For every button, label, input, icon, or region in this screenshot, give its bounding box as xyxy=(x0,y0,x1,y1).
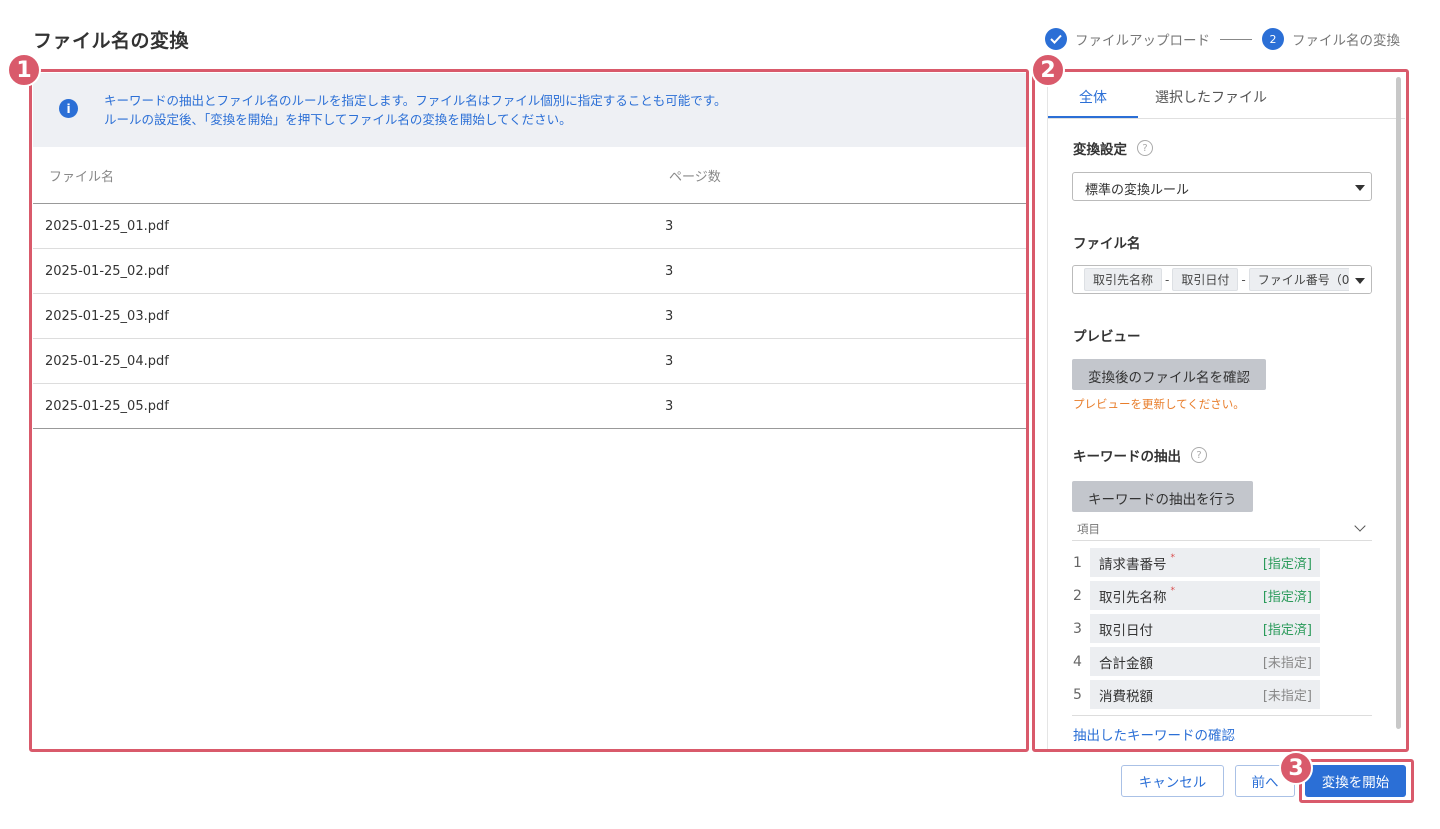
keyword-index: 3 xyxy=(1073,620,1082,637)
file-name-cell: 2025-01-25_02.pdf xyxy=(45,263,169,279)
table-header: ファイル名 ページ数 xyxy=(33,147,1029,204)
table-row[interactable]: 2025-01-25_04.pdf 3 xyxy=(33,339,1029,384)
filename-chip: ファイル番号（0 xyxy=(1248,268,1359,291)
keyword-index: 1 xyxy=(1073,554,1082,571)
divider xyxy=(1072,715,1372,716)
page-count-cell: 3 xyxy=(665,308,674,324)
info-line-1: キーワードの抽出とファイル名のルールを指定します。ファイル名はファイル個別に指定… xyxy=(104,93,727,108)
keyword-item[interactable]: 消費税額 [未指定] xyxy=(1090,680,1320,709)
settings-panel: 全体 選択したファイル 変換設定 ? 標準の変換ルール ファイル名 取引先名称 … xyxy=(1047,73,1405,749)
required-marker: * xyxy=(1170,552,1176,563)
step-2-label: ファイル名の変換 xyxy=(1292,33,1400,49)
keyword-status: [未指定] xyxy=(1262,689,1312,704)
tab-selected-files[interactable]: 選択したファイル xyxy=(1138,73,1284,118)
info-line-2: ルールの設定後、「変換を開始」を押下してファイル名の変換を開始してください。 xyxy=(104,112,572,127)
dropdown-caret-icon xyxy=(1355,278,1365,284)
keyword-item[interactable]: 取引先名称 * [指定済] xyxy=(1090,581,1320,610)
column-header-filename: ファイル名 xyxy=(49,169,115,185)
scrollbar[interactable] xyxy=(1396,77,1401,729)
keyword-row: 2 取引先名称 * [指定済] xyxy=(1072,581,1372,610)
preview-warning: プレビューを更新してください。 xyxy=(1073,397,1245,411)
conversion-settings-text: 変換設定 xyxy=(1073,142,1127,158)
help-icon[interactable]: ? xyxy=(1137,140,1153,156)
keyword-extraction-label: キーワードの抽出 ? xyxy=(1073,445,1207,465)
keyword-index: 4 xyxy=(1073,653,1082,670)
progress-stepper: ファイルアップロード 2 ファイル名の変換 xyxy=(1045,28,1400,50)
file-name-cell: 2025-01-25_05.pdf xyxy=(45,398,169,414)
info-icon: i xyxy=(59,99,78,118)
filename-label: ファイル名 xyxy=(1073,232,1141,252)
step-2-number: 2 xyxy=(1262,28,1284,50)
keyword-status: [指定済] xyxy=(1262,557,1312,572)
keyword-row: 4 合計金額 [未指定] xyxy=(1072,647,1372,676)
view-extracted-keywords-link[interactable]: 抽出したキーワードの確認 xyxy=(1073,724,1235,744)
page-count-cell: 3 xyxy=(665,353,674,369)
help-icon[interactable]: ? xyxy=(1191,447,1207,463)
extract-keywords-button[interactable]: キーワードの抽出を行う xyxy=(1072,481,1253,512)
table-row[interactable]: 2025-01-25_03.pdf 3 xyxy=(33,294,1029,339)
keyword-row: 1 請求書番号 * [指定済] xyxy=(1072,548,1372,577)
keyword-row: 3 取引日付 [指定済] xyxy=(1072,614,1372,643)
conversion-rule-value: 標準の変換ルール xyxy=(1085,183,1190,198)
annotation-badge-1: 1 xyxy=(7,53,41,87)
filename-label-text: ファイル名 xyxy=(1073,236,1141,252)
file-name-cell: 2025-01-25_03.pdf xyxy=(45,308,169,324)
filename-chip: 取引先名称 xyxy=(1084,268,1163,291)
conversion-rule-select[interactable]: 標準の変換ルール xyxy=(1072,172,1372,201)
preview-filename-button[interactable]: 変換後のファイル名を確認 xyxy=(1072,359,1266,390)
required-marker: * xyxy=(1170,585,1176,596)
step-connector xyxy=(1220,38,1252,40)
check-icon xyxy=(1045,28,1067,50)
keyword-status: [指定済] xyxy=(1262,590,1312,605)
file-name-cell: 2025-01-25_01.pdf xyxy=(45,218,169,234)
keyword-item[interactable]: 取引日付 [指定済] xyxy=(1090,614,1320,643)
keyword-label: 合計金額 xyxy=(1099,655,1153,672)
keyword-index: 5 xyxy=(1073,686,1082,703)
step-1-label: ファイルアップロード xyxy=(1075,33,1210,49)
keyword-header-label: 項目 xyxy=(1077,522,1100,536)
table-body: 2025-01-25_01.pdf 3 2025-01-25_02.pdf 3 … xyxy=(33,204,1029,429)
column-header-pages: ページ数 xyxy=(669,169,721,185)
chevron-down-icon xyxy=(1354,520,1366,532)
file-list-panel: i キーワードの抽出とファイル名のルールを指定します。ファイル名はファイル個別に… xyxy=(33,73,1029,749)
preview-label: プレビュー xyxy=(1073,325,1141,345)
keyword-list-header[interactable]: 項目 xyxy=(1072,517,1372,541)
table-row[interactable]: 2025-01-25_05.pdf 3 xyxy=(33,384,1029,429)
keyword-row: 5 消費税額 [未指定] xyxy=(1072,680,1372,709)
conversion-settings-label: 変換設定 ? xyxy=(1073,138,1153,158)
cancel-button[interactable]: キャンセル xyxy=(1121,765,1224,797)
keyword-label: 請求書番号 xyxy=(1099,556,1167,573)
page-count-cell: 3 xyxy=(665,263,674,279)
keyword-label: 取引日付 xyxy=(1099,622,1153,639)
annotation-badge-3: 3 xyxy=(1279,751,1313,785)
chip-separator: - xyxy=(1165,272,1170,287)
keyword-label: 取引先名称 xyxy=(1099,589,1167,606)
keyword-status: [指定済] xyxy=(1262,623,1312,638)
page-count-cell: 3 xyxy=(665,398,674,414)
page-count-cell: 3 xyxy=(665,218,674,234)
preview-label-text: プレビュー xyxy=(1073,329,1141,345)
keyword-item[interactable]: 合計金額 [未指定] xyxy=(1090,647,1320,676)
table-row[interactable]: 2025-01-25_01.pdf 3 xyxy=(33,204,1029,249)
info-text: キーワードの抽出とファイル名のルールを指定します。ファイル名はファイル個別に指定… xyxy=(104,91,727,129)
dropdown-caret-icon xyxy=(1355,185,1365,191)
keyword-extraction-text: キーワードの抽出 xyxy=(1073,449,1181,465)
file-name-cell: 2025-01-25_04.pdf xyxy=(45,353,169,369)
filename-chip: 取引日付 xyxy=(1172,268,1239,291)
page-title: ファイル名の変換 xyxy=(33,30,190,52)
chip-separator: - xyxy=(1241,272,1246,287)
keyword-item[interactable]: 請求書番号 * [指定済] xyxy=(1090,548,1320,577)
keyword-index: 2 xyxy=(1073,587,1082,604)
settings-tabs: 全体 選択したファイル xyxy=(1048,73,1405,119)
annotation-badge-2: 2 xyxy=(1031,53,1065,87)
keyword-status: [未指定] xyxy=(1262,656,1312,671)
table-row[interactable]: 2025-01-25_02.pdf 3 xyxy=(33,249,1029,294)
filename-rule-select[interactable]: 取引先名称 - 取引日付 - ファイル番号（0 xyxy=(1072,265,1372,294)
info-banner: i キーワードの抽出とファイル名のルールを指定します。ファイル名はファイル個別に… xyxy=(33,73,1029,147)
start-conversion-button[interactable]: 変換を開始 xyxy=(1305,765,1406,797)
keyword-label: 消費税額 xyxy=(1099,688,1153,705)
